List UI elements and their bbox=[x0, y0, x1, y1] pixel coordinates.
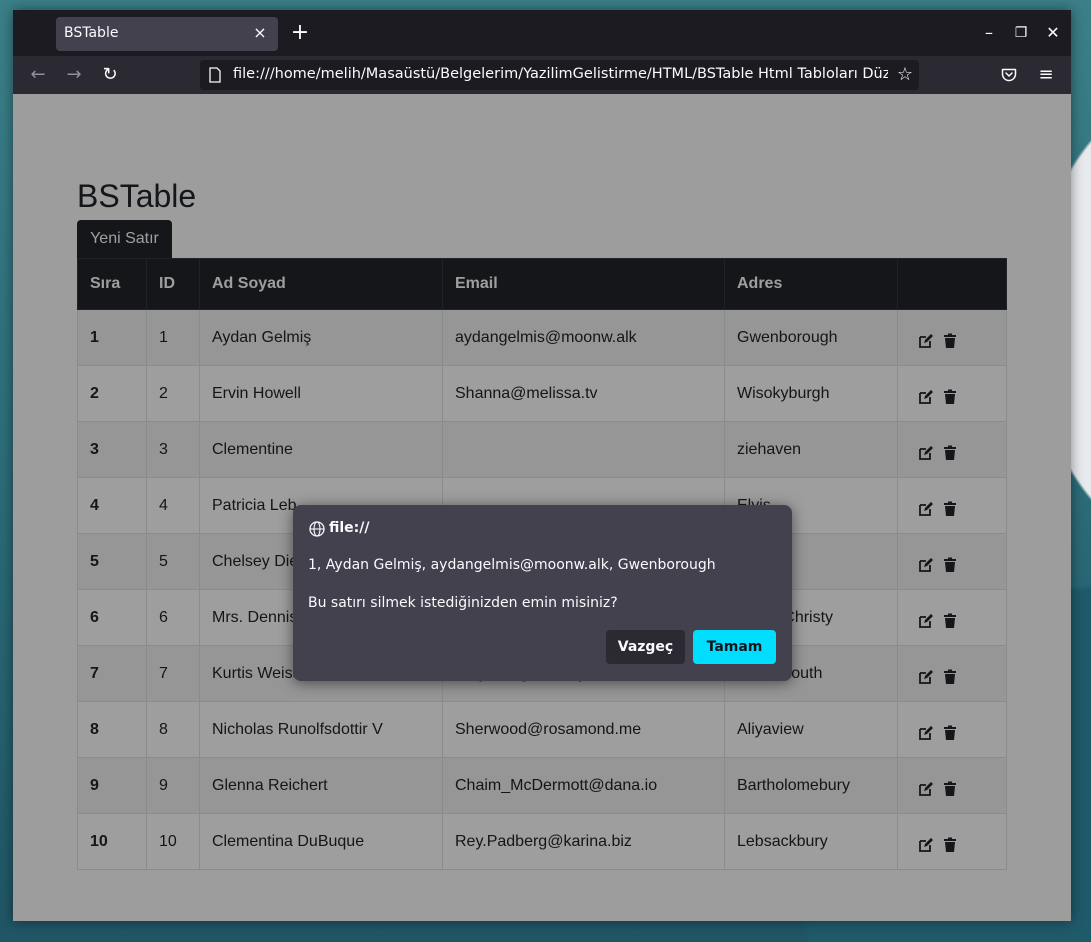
new-tab-icon[interactable]: + bbox=[288, 21, 312, 45]
url-text: file:///home/melih/Masaüstü/Belgelerim/Y… bbox=[233, 66, 888, 82]
cancel-button[interactable]: Vazgeç bbox=[606, 630, 685, 664]
close-tab-icon[interactable]: × bbox=[250, 23, 270, 43]
minimize-icon[interactable]: – bbox=[978, 22, 1000, 44]
maximize-icon[interactable]: ❐ bbox=[1010, 22, 1032, 44]
menu-icon[interactable]: ≡ bbox=[1033, 62, 1059, 88]
dialog-message-question: Bu satırı silmek istediğinizden emin mis… bbox=[308, 595, 618, 611]
globe-icon bbox=[309, 521, 325, 537]
browser-window: BSTable × + – ❐ ✕ ← → ↻ file:///home/mel… bbox=[13, 10, 1071, 921]
dialog-origin: file:// bbox=[329, 520, 370, 536]
back-icon[interactable]: ← bbox=[25, 62, 51, 88]
close-window-icon[interactable]: ✕ bbox=[1042, 22, 1064, 44]
pocket-icon[interactable] bbox=[1001, 68, 1017, 82]
url-bar[interactable]: file:///home/melih/Masaüstü/Belgelerim/Y… bbox=[200, 60, 919, 90]
reload-icon[interactable]: ↻ bbox=[97, 62, 123, 88]
forward-icon[interactable]: → bbox=[61, 62, 87, 88]
ok-button[interactable]: Tamam bbox=[693, 630, 776, 664]
bookmark-star-icon[interactable]: ☆ bbox=[897, 63, 913, 87]
tab-bstable[interactable]: BSTable × bbox=[56, 17, 278, 51]
dialog-message-row-info: 1, Aydan Gelmiş, aydangelmis@moonw.alk, … bbox=[308, 557, 716, 573]
tab-bar: BSTable × + – ❐ ✕ bbox=[13, 10, 1071, 56]
tab-title: BSTable bbox=[64, 25, 119, 41]
navigation-toolbar: ← → ↻ file:///home/melih/Masaüstü/Belgel… bbox=[13, 56, 1071, 94]
document-icon bbox=[209, 67, 221, 83]
page-viewport: BSTable Yeni Satır Sıra ID Ad Soyad Emai… bbox=[13, 94, 1071, 921]
confirm-dialog: file:// 1, Aydan Gelmiş, aydangelmis@moo… bbox=[293, 505, 792, 681]
